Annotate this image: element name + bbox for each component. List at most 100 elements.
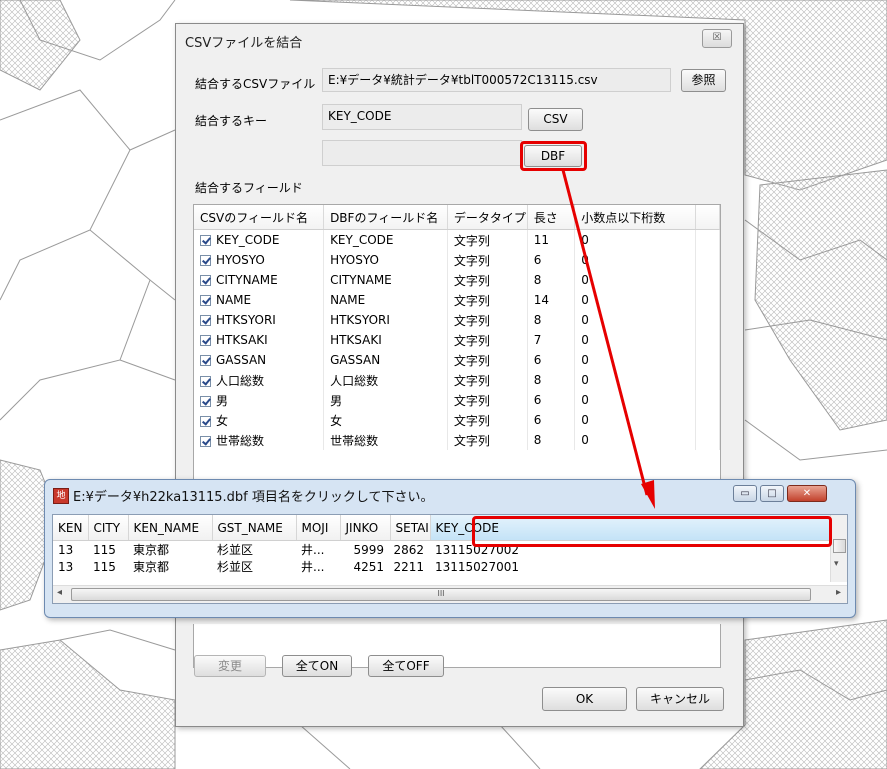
field-checkbox[interactable]: [200, 255, 211, 266]
data-type: 文字列: [447, 330, 528, 350]
csv-field-cell[interactable]: KEY_CODE: [194, 229, 325, 250]
csv-file-path-field[interactable]: E:¥データ¥統計データ¥tblT000572C13115.csv: [322, 68, 671, 92]
dbf-cell-city: 115: [93, 559, 116, 574]
csv-key-field[interactable]: KEY_CODE: [322, 104, 522, 130]
filler-cell: [695, 270, 720, 290]
dbf-cell-gst-name: 杉並区: [217, 560, 254, 574]
field-length: 8: [527, 310, 576, 330]
close-icon: ✕: [802, 488, 812, 499]
csv-field-cell[interactable]: GASSAN: [194, 350, 325, 370]
field-checkbox[interactable]: [200, 235, 211, 246]
filler-cell: [695, 430, 720, 450]
field-length: 7: [527, 330, 576, 350]
csv-field-name: NAME: [216, 293, 252, 307]
vertical-scroll-thumb[interactable]: [833, 539, 846, 553]
vertical-scrollbar[interactable]: ▾: [830, 515, 847, 582]
field-row[interactable]: NAME NAME 文字列 14 0: [194, 290, 720, 310]
all-off-button[interactable]: 全てOFF: [368, 655, 444, 677]
field-row[interactable]: CITYNAME CITYNAME 文字列 8 0: [194, 270, 720, 290]
field-checkbox[interactable]: [200, 275, 211, 286]
minimize-button[interactable]: ▭: [733, 485, 757, 502]
cancel-button[interactable]: キャンセル: [636, 687, 724, 711]
csv-field-cell[interactable]: NAME: [194, 290, 325, 310]
decimal-places: 0: [574, 390, 697, 410]
field-row[interactable]: GASSAN GASSAN 文字列 6 0: [194, 350, 720, 370]
dbf-col-gst-name[interactable]: GST_NAME: [212, 515, 297, 541]
csv-field-name: GASSAN: [216, 353, 267, 367]
fields-grid[interactable]: CSVのフィールド名 DBFのフィールド名 データタイプ 長さ 小数点以下桁数 …: [193, 204, 721, 497]
browse-button[interactable]: 参照: [681, 69, 726, 92]
csv-field-cell[interactable]: CITYNAME: [194, 270, 325, 290]
dbf-col-ken[interactable]: KEN: [53, 515, 89, 541]
dbf-col-ken-name[interactable]: KEN_NAME: [128, 515, 213, 541]
dbf-cell-ken-name: 東京都: [133, 560, 170, 574]
field-row[interactable]: 人口総数 人口総数 文字列 8 0: [194, 370, 720, 390]
filler-cell: [695, 410, 720, 430]
csv-key-button[interactable]: CSV: [528, 108, 583, 131]
dbf-col-jinko[interactable]: JINKO: [340, 515, 391, 541]
field-checkbox[interactable]: [200, 395, 211, 407]
maximize-button[interactable]: □: [760, 485, 784, 502]
minimize-icon: ▭: [740, 488, 750, 499]
scroll-down-icon[interactable]: ▾: [834, 559, 839, 569]
csv-field-cell[interactable]: 世帯総数: [194, 430, 325, 450]
col-length[interactable]: 長さ: [527, 205, 576, 230]
decimal-places: 0: [574, 410, 697, 430]
field-checkbox[interactable]: [200, 375, 211, 387]
data-type: 文字列: [447, 350, 528, 370]
col-dbf-field-name[interactable]: DBFのフィールド名: [323, 205, 448, 230]
field-row[interactable]: KEY_CODE KEY_CODE 文字列 11 0: [194, 229, 720, 250]
field-row[interactable]: 世帯総数 世帯総数 文字列 8 0: [194, 430, 720, 450]
field-checkbox[interactable]: [200, 295, 211, 306]
window-close-button[interactable]: ✕: [787, 485, 827, 502]
horizontal-scroll-thumb[interactable]: III: [71, 588, 811, 601]
dbf-field-name: 男: [323, 390, 448, 410]
all-on-button[interactable]: 全てON: [282, 655, 352, 677]
filler-cell: [695, 310, 720, 330]
data-type: 文字列: [447, 310, 528, 330]
filler-cell: [695, 390, 720, 410]
col-data-type[interactable]: データタイプ: [447, 205, 528, 230]
dbf-cell-jinko: 5999: [353, 542, 384, 557]
dbf-field-name: CITYNAME: [323, 270, 448, 290]
csv-field-cell[interactable]: HTKSYORI: [194, 310, 325, 330]
field-length: 8: [527, 370, 576, 390]
field-checkbox[interactable]: [200, 355, 211, 366]
change-button[interactable]: 変更: [194, 655, 266, 677]
field-row[interactable]: 男男文字列 6 0: [194, 390, 720, 410]
field-row[interactable]: HTKSAKI HTKSAKI 文字列 7 0: [194, 330, 720, 350]
dbf-record-row[interactable]: 13 115 東京都 杉並区 井... 4251 2211 13115027001: [53, 558, 830, 575]
dbf-col-setai[interactable]: SETAI: [390, 515, 431, 541]
field-checkbox[interactable]: [200, 415, 211, 427]
field-row[interactable]: 女女文字列 6 0: [194, 410, 720, 430]
decimal-places: 0: [574, 250, 697, 270]
col-decimals[interactable]: 小数点以下桁数: [574, 205, 697, 230]
csv-field-cell[interactable]: 女: [194, 410, 325, 430]
dbf-field-name: HYOSYO: [323, 250, 448, 270]
dbf-col-moji[interactable]: MOJI: [296, 515, 341, 541]
field-row[interactable]: HTKSYORI HTKSYORI 文字列 8 0: [194, 310, 720, 330]
field-length: 6: [527, 250, 576, 270]
dialog-close-button[interactable]: ☒: [702, 29, 732, 48]
csv-field-name: 男: [216, 393, 229, 408]
csv-field-cell[interactable]: 男: [194, 390, 325, 410]
scroll-right-icon[interactable]: ▸: [836, 587, 841, 598]
csv-field-cell[interactable]: 人口総数: [194, 370, 325, 390]
dbf-field-name: HTKSYORI: [323, 310, 448, 330]
maximize-icon: □: [767, 488, 777, 499]
col-csv-field-name[interactable]: CSVのフィールド名: [194, 205, 325, 230]
ok-button[interactable]: OK: [542, 687, 627, 711]
field-checkbox[interactable]: [200, 435, 211, 447]
dbf-col-city[interactable]: CITY: [88, 515, 129, 541]
filler-cell: [695, 290, 720, 310]
field-checkbox[interactable]: [200, 315, 211, 326]
csv-field-cell[interactable]: HTKSAKI: [194, 330, 325, 350]
field-checkbox[interactable]: [200, 335, 211, 346]
horizontal-scrollbar[interactable]: ◂ III ▸: [53, 585, 847, 603]
csv-field-cell[interactable]: HYOSYO: [194, 250, 325, 270]
data-type: 文字列: [447, 430, 528, 450]
dbf-key-field[interactable]: [322, 140, 522, 166]
scroll-left-icon[interactable]: ◂: [57, 587, 62, 598]
field-length: 14: [527, 290, 576, 310]
field-row[interactable]: HYOSYO HYOSYO 文字列 6 0: [194, 250, 720, 270]
